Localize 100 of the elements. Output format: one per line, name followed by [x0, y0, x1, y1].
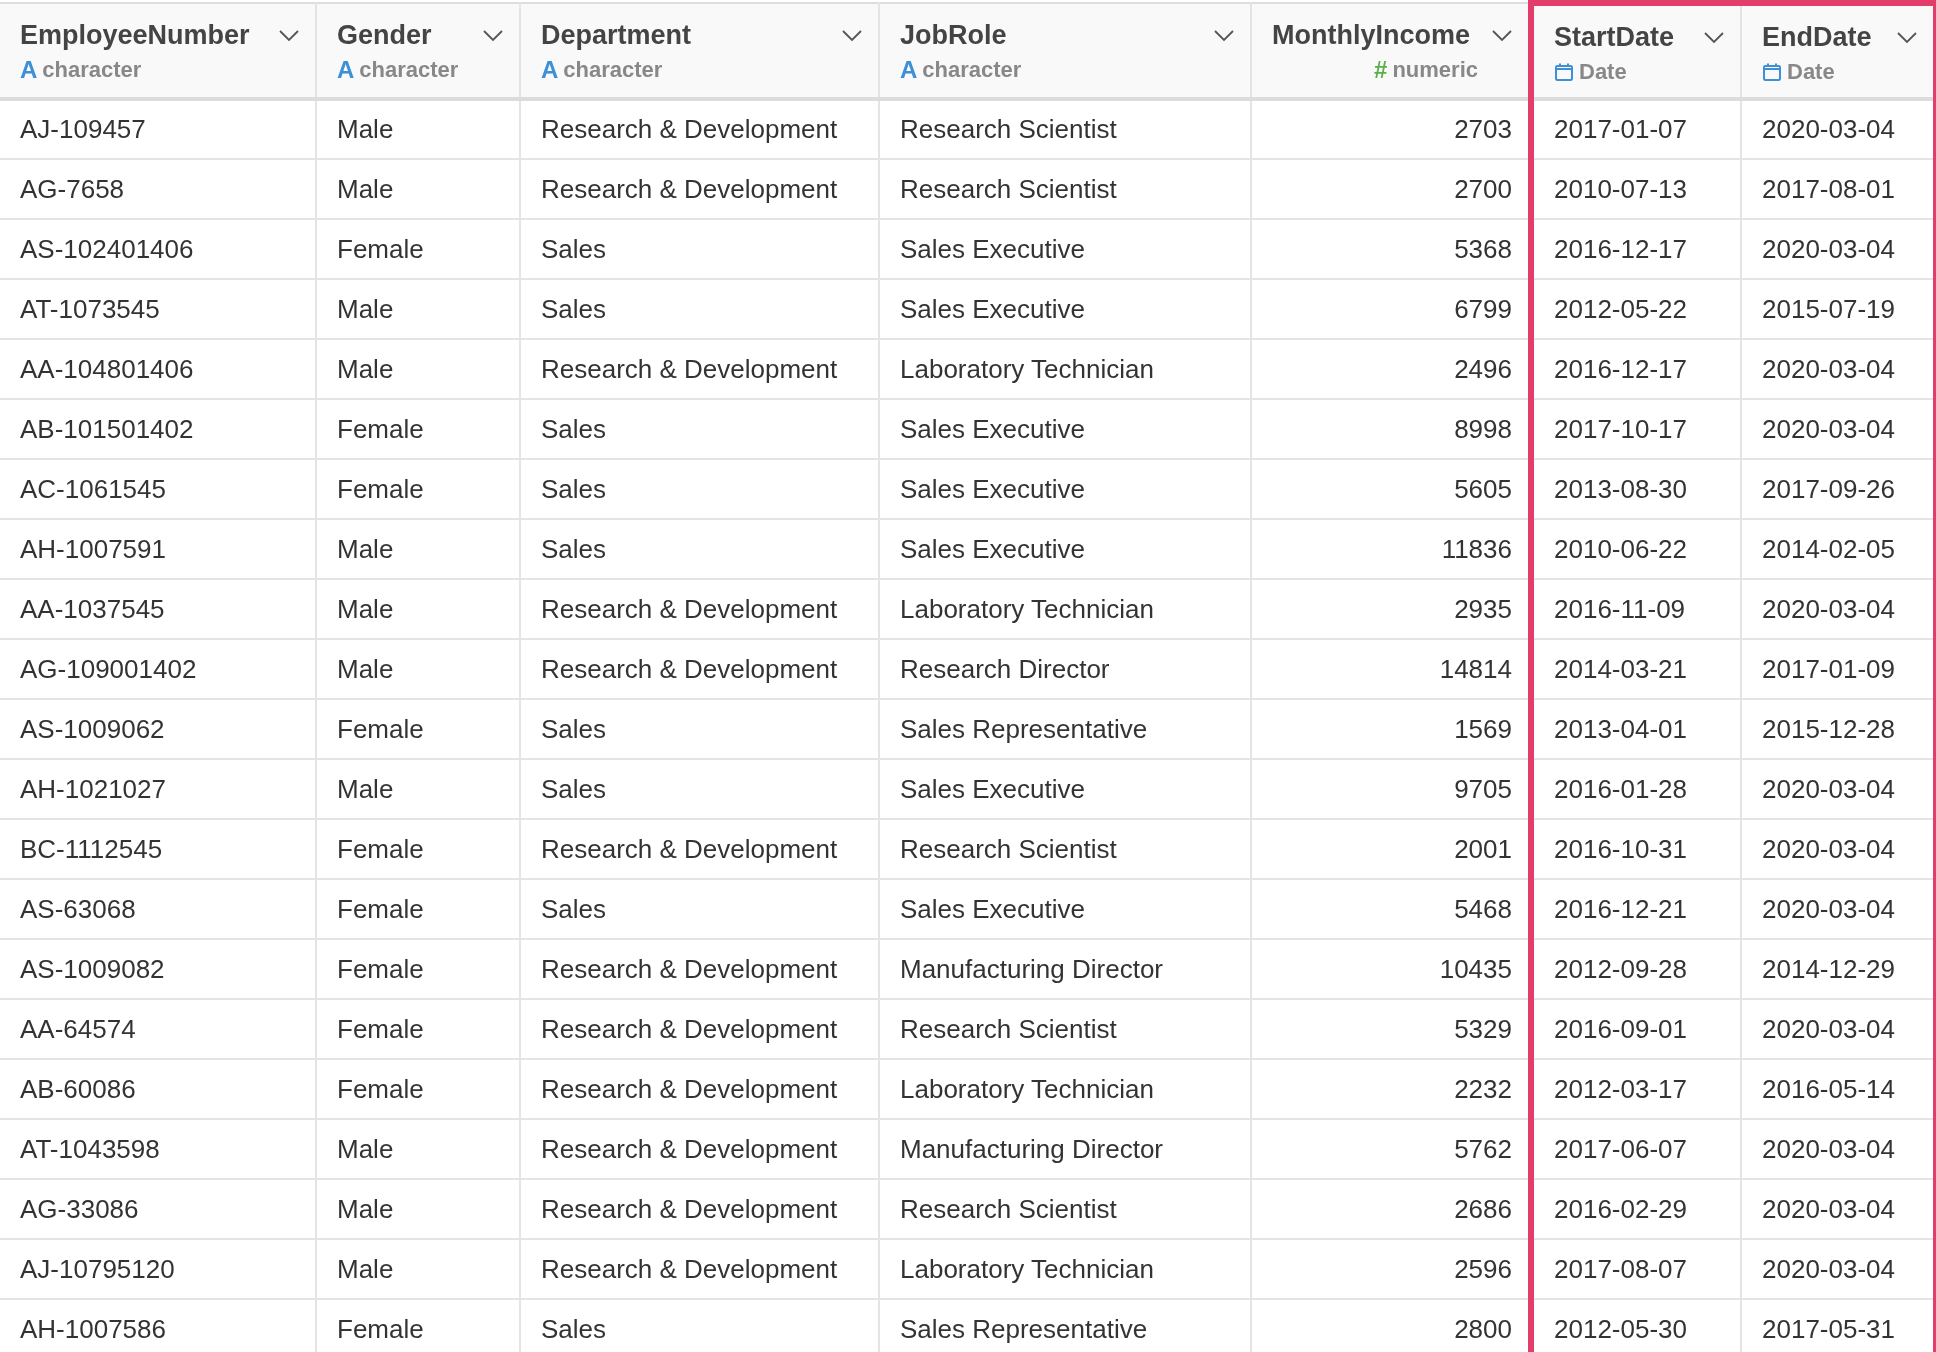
- type-icon: A: [20, 58, 38, 82]
- column-header[interactable]: MonthlyIncome # numeric: [1251, 3, 1531, 99]
- table-cell: AA-64574: [0, 999, 316, 1059]
- column-type: numeric: [1392, 57, 1478, 83]
- table-cell: 5468: [1251, 879, 1531, 939]
- table-cell: Female: [316, 459, 520, 519]
- table-cell: Sales Representative: [879, 699, 1251, 759]
- table-cell: Sales: [520, 699, 879, 759]
- table-cell: Research & Development: [520, 639, 879, 699]
- type-icon: A: [337, 58, 355, 82]
- table-cell: 2496: [1251, 339, 1531, 399]
- column-name: Gender: [337, 20, 432, 51]
- chevron-down-icon[interactable]: [279, 29, 299, 42]
- table-cell: 2020-03-04: [1741, 1119, 1936, 1179]
- table-cell: Male: [316, 519, 520, 579]
- chevron-down-icon[interactable]: [842, 29, 862, 42]
- table-cell: Male: [316, 579, 520, 639]
- table-cell: 2014-12-29: [1741, 939, 1936, 999]
- table-cell: 2700: [1251, 159, 1531, 219]
- table-cell: Male: [316, 639, 520, 699]
- table-cell: AC-1061545: [0, 459, 316, 519]
- column-name: MonthlyIncome: [1272, 20, 1470, 51]
- table-cell: Female: [316, 819, 520, 879]
- table-cell: 2800: [1251, 1299, 1531, 1352]
- table-cell: Female: [316, 1299, 520, 1352]
- table-cell: Female: [316, 999, 520, 1059]
- column-header[interactable]: EndDate Date: [1741, 3, 1936, 99]
- table-cell: AH-1007591: [0, 519, 316, 579]
- table-cell: 2686: [1251, 1179, 1531, 1239]
- table-cell: 11836: [1251, 519, 1531, 579]
- table-cell: Manufacturing Director: [879, 1119, 1251, 1179]
- column-header[interactable]: EmployeeNumber A character: [0, 3, 316, 99]
- table-cell: 2016-12-17: [1531, 339, 1741, 399]
- table-cell: Research Scientist: [879, 99, 1251, 159]
- table-cell: AS-1009082: [0, 939, 316, 999]
- table-cell: Research Scientist: [879, 819, 1251, 879]
- table-cell: Research Director: [879, 639, 1251, 699]
- chevron-down-icon[interactable]: [1897, 31, 1917, 44]
- table-cell: Sales: [520, 1299, 879, 1352]
- table-cell: Research & Development: [520, 339, 879, 399]
- column-header[interactable]: JobRole A character: [879, 3, 1251, 99]
- table-cell: 5762: [1251, 1119, 1531, 1179]
- table-cell: Sales: [520, 279, 879, 339]
- table-cell: Male: [316, 99, 520, 159]
- table-cell: Laboratory Technician: [879, 579, 1251, 639]
- table-cell: Sales Executive: [879, 459, 1251, 519]
- type-icon: #: [1374, 58, 1388, 82]
- table-cell: 2020-03-04: [1741, 1179, 1936, 1239]
- column-header[interactable]: StartDate Date: [1531, 3, 1741, 99]
- table-cell: 2012-05-30: [1531, 1299, 1741, 1352]
- table-cell: 2017-05-31: [1741, 1299, 1936, 1352]
- table-cell: Sales: [520, 519, 879, 579]
- column-header[interactable]: Department A character: [520, 3, 879, 99]
- table-cell: Female: [316, 399, 520, 459]
- table-cell: AJ-10795120: [0, 1239, 316, 1299]
- table-cell: AG-109001402: [0, 639, 316, 699]
- table-cell: 2020-03-04: [1741, 219, 1936, 279]
- table-cell: Sales Executive: [879, 399, 1251, 459]
- table-cell: Female: [316, 879, 520, 939]
- table-cell: 2017-09-26: [1741, 459, 1936, 519]
- table-cell: 2020-03-04: [1741, 399, 1936, 459]
- table-cell: AT-1073545: [0, 279, 316, 339]
- table-cell: Sales: [520, 759, 879, 819]
- table-cell: 2015-07-19: [1741, 279, 1936, 339]
- table-cell: Female: [316, 219, 520, 279]
- table-cell: 2001: [1251, 819, 1531, 879]
- table-cell: AS-63068: [0, 879, 316, 939]
- column-header[interactable]: Gender A character: [316, 3, 520, 99]
- table-cell: 5329: [1251, 999, 1531, 1059]
- table-cell: 2017-01-07: [1531, 99, 1741, 159]
- chevron-down-icon[interactable]: [483, 29, 503, 42]
- table-cell: 2014-02-05: [1741, 519, 1936, 579]
- table-cell: 2017-10-17: [1531, 399, 1741, 459]
- calendar-icon: [1762, 62, 1782, 82]
- chevron-down-icon[interactable]: [1214, 29, 1234, 42]
- table-cell: Sales: [520, 459, 879, 519]
- table-cell: Sales: [520, 399, 879, 459]
- column-type: character: [922, 57, 1022, 83]
- table-cell: Research & Development: [520, 1059, 879, 1119]
- table-cell: AH-1021027: [0, 759, 316, 819]
- table-cell: Male: [316, 1179, 520, 1239]
- type-icon: A: [900, 58, 918, 82]
- chevron-down-icon[interactable]: [1704, 31, 1724, 44]
- table-cell: 2596: [1251, 1239, 1531, 1299]
- table-cell: 2015-12-28: [1741, 699, 1936, 759]
- table-cell: 2020-03-04: [1741, 579, 1936, 639]
- column-name: JobRole: [900, 20, 1007, 51]
- column-type: Date: [1787, 59, 1835, 85]
- table-cell: AB-60086: [0, 1059, 316, 1119]
- table-cell: 2012-09-28: [1531, 939, 1741, 999]
- column-name: EmployeeNumber: [20, 20, 250, 51]
- table-cell: 2016-05-14: [1741, 1059, 1936, 1119]
- chevron-down-icon[interactable]: [1492, 29, 1512, 42]
- table-cell: Research & Development: [520, 159, 879, 219]
- table-cell: 2020-03-04: [1741, 999, 1936, 1059]
- table-cell: Sales Representative: [879, 1299, 1251, 1352]
- table-cell: Research Scientist: [879, 159, 1251, 219]
- table-cell: 8998: [1251, 399, 1531, 459]
- table-cell: 2020-03-04: [1741, 1239, 1936, 1299]
- table-cell: Research & Development: [520, 1179, 879, 1239]
